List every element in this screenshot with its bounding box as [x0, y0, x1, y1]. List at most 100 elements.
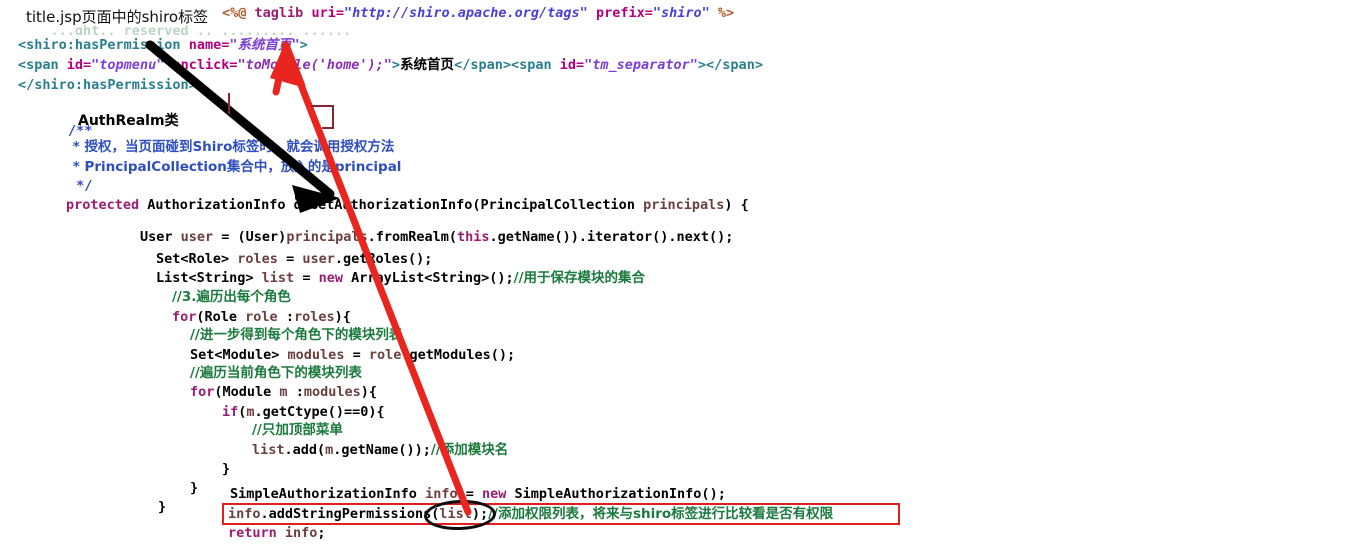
code-line-user-line: User user = (User)principals.fromRealm(t…: [140, 230, 733, 244]
code-line-haspermission-open: <shiro:hasPermission name="系统首页">: [18, 38, 308, 52]
code-token: return: [228, 525, 285, 541]
code-token: =: [352, 347, 369, 363]
code-line-brace-3: }: [158, 500, 166, 514]
code-token: ></span>: [697, 57, 763, 73]
code-token: m: [246, 404, 255, 420]
code-line-for-role: for(Role role :roles){: [172, 310, 351, 324]
code-token: info: [284, 525, 318, 541]
javadoc-line-0: /**: [68, 123, 93, 139]
code-token: ) {: [724, 197, 749, 213]
code-token: user: [302, 251, 335, 267]
code-token: list: [261, 270, 303, 286]
screenshot-canvas: title.jsp页面中的shiro标签 <%@ taglib uri="htt…: [0, 0, 1351, 549]
code-token: ){: [368, 404, 385, 420]
code-line-roles-line: Set<Role> roles = user.getRoles();: [156, 252, 432, 266]
code-token: id=: [66, 57, 92, 73]
code-token: >: [299, 37, 308, 53]
code-line-return-line: return info;: [228, 526, 326, 540]
code-token: roles: [293, 309, 335, 325]
code-line-comment-topmenu: //只加顶部菜单: [252, 423, 343, 437]
code-line-comment-3: //3.遍历出每个角色: [172, 290, 291, 304]
code-line-comment-traverse: //遍历当前角色下的模块列表: [190, 366, 362, 380]
code-token: "topmenu": [91, 57, 173, 73]
taglib-close: %>: [717, 5, 735, 21]
code-token: role: [245, 309, 286, 325]
code-token: "系统首页": [229, 37, 300, 53]
javadoc-line-1: * 授权，当页面碰到Shiro标签时，就会调用授权方法: [68, 139, 395, 155]
code-token: modules: [303, 384, 361, 400]
code-line-haspermission-close: </shiro:hasPermission>: [18, 78, 197, 92]
code-token: (Module: [214, 384, 280, 400]
code-token: >: [391, 57, 401, 73]
code-token: </span><span: [454, 57, 560, 73]
code-token: new: [318, 270, 352, 286]
code-token: principals: [286, 229, 368, 245]
code-token: principals: [643, 197, 725, 213]
code-line-list-add: list.add(m.getName());//添加模块名: [252, 443, 508, 457]
code-token: //只加顶部菜单: [252, 422, 343, 438]
code-token: list: [252, 442, 285, 458]
code-token: roles: [237, 251, 287, 267]
code-token: id=: [559, 57, 585, 73]
code-token: //遍历当前角色下的模块列表: [190, 365, 362, 381]
code-token: modules: [287, 347, 353, 363]
code-token: onclick=: [172, 57, 238, 73]
code-token: //添加模块名: [430, 442, 509, 458]
code-token: }: [190, 480, 199, 496]
code-token: .getModules();: [401, 347, 516, 363]
code-line-for-module: for(Module m :modules){: [190, 385, 377, 399]
code-token: Set<Module>: [190, 347, 288, 363]
code-token: List<String>: [156, 270, 262, 286]
code-token: </shiro:hasPermission>: [18, 77, 197, 93]
code-line-if-ctype: if(m.getCtype()==0){: [222, 405, 385, 419]
code-token: SimpleAuthorizationInfo();: [514, 486, 726, 502]
code-token: AuthorizationInfo doGetAuthorizationInfo…: [147, 197, 644, 213]
red-highlight-box: [222, 503, 900, 525]
code-token: for: [190, 384, 215, 400]
code-token: //进一步得到每个角色下的模块列表: [190, 327, 403, 343]
code-token: .fromRealm(: [367, 229, 457, 245]
code-line-list-line: List<String> list = new ArrayList<String…: [156, 271, 645, 285]
code-token: ;: [317, 525, 326, 541]
code-token: }: [158, 499, 167, 515]
code-token: SimpleAuthorizationInfo: [230, 486, 426, 502]
code-token: for: [172, 309, 197, 325]
code-token: //用于保存模块的集合: [513, 270, 646, 286]
code-token: .add(: [284, 442, 326, 458]
authrealm-class-label: AuthRealm类: [78, 113, 179, 129]
code-token: ){: [334, 309, 351, 325]
code-token: if: [222, 404, 239, 420]
code-token: <shiro:hasPermission: [18, 37, 189, 53]
code-token: m: [279, 384, 296, 400]
code-token: Set<Role>: [156, 251, 238, 267]
code-token: <span: [18, 57, 67, 73]
code-line-brace-1: }: [222, 462, 230, 476]
taglib-uri-attr: uri=: [311, 5, 344, 21]
code-line-modules-line: Set<Module> modules = role.getModules();: [190, 348, 515, 362]
code-token: role: [368, 347, 402, 363]
code-token: //3.遍历出每个角色: [172, 289, 291, 305]
code-token: (Role: [196, 309, 246, 325]
code-token: =: [302, 270, 319, 286]
taglib-keyword: taglib: [254, 5, 304, 21]
taglib-prefix-value: "shiro": [652, 5, 710, 21]
ghost-line-text: ...ght.. reserved .. ......... ......: [18, 24, 352, 35]
code-line-comment-modules: //进一步得到每个角色下的模块列表: [190, 328, 402, 342]
code-token: "toModule('home');": [237, 57, 392, 73]
code-line-method-signature: protected AuthorizationInfo doGetAuthori…: [66, 198, 749, 212]
taglib-directive: <%@ taglib uri="http://shiro.apache.org/…: [222, 6, 734, 20]
code-token: }: [222, 461, 231, 477]
code-token: ArrayList<String>();: [351, 270, 514, 286]
code-token: :: [285, 309, 294, 325]
code-token: protected: [66, 197, 148, 213]
code-line-brace-2: }: [190, 481, 198, 495]
code-token: new: [481, 486, 515, 502]
taglib-open: <%@: [222, 5, 247, 21]
code-token: ){: [360, 384, 377, 400]
code-token: .getRoles();: [334, 251, 433, 267]
javadoc-line-2: * PrincipalCollection集合中，放入的是principal: [68, 159, 402, 175]
code-token: 系统首页: [400, 57, 455, 73]
code-token: :: [295, 384, 304, 400]
code-token: name=: [188, 37, 230, 53]
taglib-uri-value: "http://shiro.apache.org/tags": [343, 5, 588, 21]
